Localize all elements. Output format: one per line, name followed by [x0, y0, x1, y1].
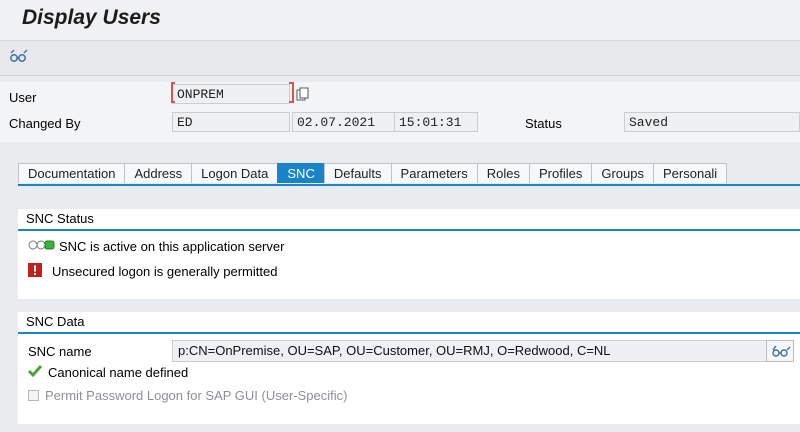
error-icon	[28, 263, 42, 280]
tab-strip: Documentation Address Logon Data SNC Def…	[18, 163, 800, 186]
status-label: Status	[525, 116, 562, 131]
tab-address[interactable]: Address	[124, 163, 193, 183]
user-field[interactable]: ONPREM	[172, 84, 290, 104]
snc-data-panel: SNC Data SNC name p:CN=OnPremise, OU=SAP…	[18, 312, 800, 424]
user-label: User	[9, 90, 37, 105]
unsecured-logon-row: Unsecured logon is generally permitted	[28, 263, 277, 280]
tab-personalization[interactable]: Personali	[653, 163, 728, 183]
status-field: Saved	[624, 112, 800, 132]
glasses-button[interactable]	[766, 340, 794, 362]
snc-active-text: SNC is active on this application server	[59, 239, 285, 254]
snc-status-panel: SNC Status SNC is active on this applica…	[18, 209, 800, 299]
tab-profiles[interactable]: Profiles	[529, 163, 593, 183]
toolbar	[0, 41, 800, 76]
permit-password-row: Permit Password Logon for SAP GUI (User-…	[28, 388, 347, 403]
tab-snc[interactable]: SNC	[277, 163, 325, 183]
canonical-text: Canonical name defined	[48, 365, 189, 380]
unsecured-logon-text: Unsecured logon is generally permitted	[52, 264, 278, 279]
copy-icon[interactable]	[296, 87, 310, 101]
tab-parameters[interactable]: Parameters	[390, 163, 478, 183]
tab-roles[interactable]: Roles	[476, 163, 530, 183]
permit-password-checkbox[interactable]	[28, 390, 39, 401]
snc-status-title: SNC Status	[18, 209, 800, 231]
page-title: Display Users	[22, 6, 161, 29]
tab-defaults[interactable]: Defaults	[323, 163, 392, 183]
traffic-light-icon	[28, 239, 58, 254]
canonical-row: Canonical name defined	[27, 364, 189, 381]
tab-documentation[interactable]: Documentation	[18, 163, 126, 183]
tab-groups[interactable]: Groups	[591, 163, 654, 183]
changed-by-field: ED	[172, 112, 290, 132]
permit-password-label: Permit Password Logon for SAP GUI (User-…	[45, 388, 348, 403]
changed-date-field: 02.07.2021	[292, 112, 395, 132]
checkmark-icon	[27, 364, 43, 381]
glasses-icon[interactable]	[8, 47, 30, 67]
snc-name-field[interactable]: p:CN=OnPremise, OU=SAP, OU=Customer, OU=…	[172, 340, 767, 362]
tab-logon-data[interactable]: Logon Data	[191, 163, 279, 183]
changed-time-field: 15:01:31	[394, 112, 478, 132]
snc-name-label: SNC name	[28, 344, 92, 359]
changed-by-label: Changed By	[9, 116, 81, 131]
required-marker-left	[171, 82, 175, 103]
snc-active-row: SNC is active on this application server	[28, 239, 284, 254]
title-bar: Display Users	[0, 0, 800, 41]
required-marker-right	[289, 82, 294, 103]
snc-data-title: SNC Data	[18, 312, 800, 334]
